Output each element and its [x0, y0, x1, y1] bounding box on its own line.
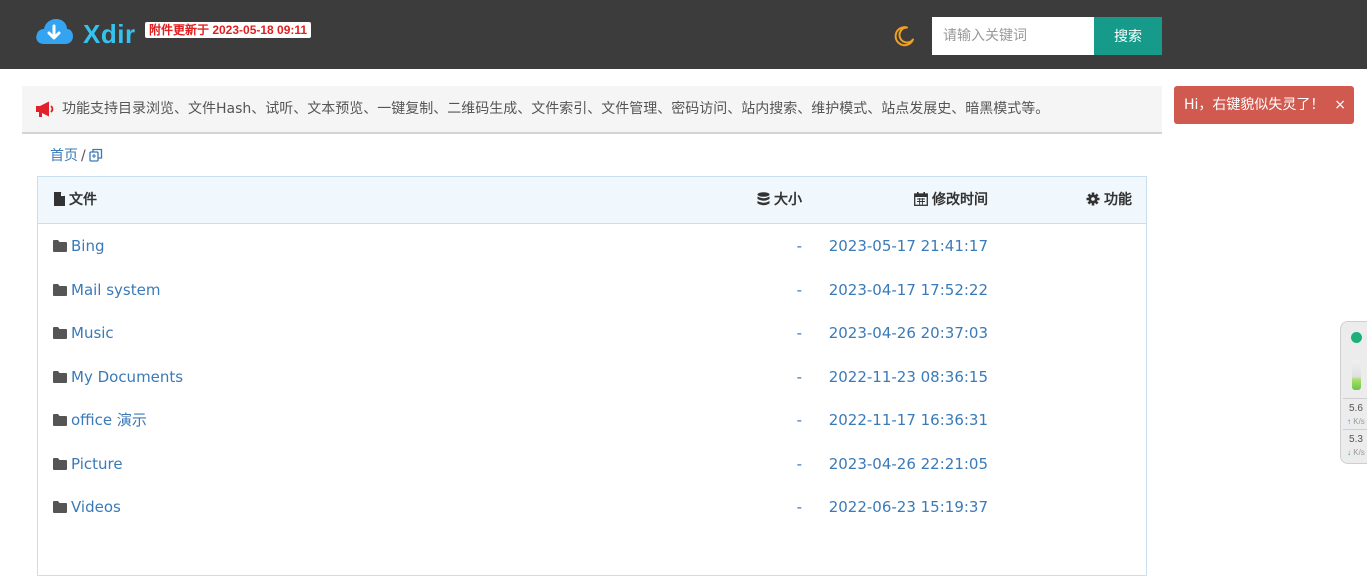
- file-modified-time: 2023-05-17 21:41:17: [828, 237, 988, 255]
- table-header: 文件 大小 修改时间 功能: [38, 177, 1146, 224]
- table-row[interactable]: My Documents - 2022-11-23 08:36:15: [38, 355, 1146, 398]
- column-header-name-label: 文件: [69, 192, 97, 208]
- file-name-link[interactable]: Mail system: [53, 280, 160, 300]
- file-name-link[interactable]: Videos: [53, 497, 121, 517]
- column-header-action: 功能: [1086, 191, 1132, 209]
- breadcrumb-separator: /: [81, 148, 86, 164]
- column-header-time[interactable]: 修改时间: [914, 191, 988, 209]
- file-name: Videos: [71, 498, 121, 516]
- notice-bar: 功能支持目录浏览、文件Hash、试听、文本预览、一键复制、二维码生成、文件索引、…: [22, 86, 1162, 134]
- table-row[interactable]: Music - 2023-04-26 20:37:03: [38, 311, 1146, 354]
- file-size: -: [796, 498, 802, 516]
- file-name: My Documents: [71, 368, 184, 386]
- folder-icon: [53, 240, 67, 252]
- search-button[interactable]: 搜索: [1094, 17, 1162, 55]
- file-table: 文件 大小 修改时间 功能 Bing - 2023-05-17 21:41:17…: [37, 176, 1147, 576]
- upload-speed-value: 5.6: [1349, 403, 1363, 414]
- file-modified-time: 2022-11-23 08:36:15: [828, 368, 988, 386]
- file-name-link[interactable]: Bing: [53, 236, 105, 256]
- divider: [1343, 429, 1367, 430]
- column-header-size[interactable]: 大小: [757, 191, 802, 209]
- column-header-time-label: 修改时间: [932, 192, 988, 208]
- notice-text: 功能支持目录浏览、文件Hash、试听、文本预览、一键复制、二维码生成、文件索引、…: [62, 101, 1050, 117]
- file-name: Mail system: [71, 281, 161, 299]
- file-modified-time: 2023-04-17 17:52:22: [828, 281, 988, 299]
- file-name: Bing: [71, 237, 105, 255]
- file-size: -: [796, 411, 802, 429]
- file-size: -: [796, 455, 802, 473]
- file-name-link[interactable]: My Documents: [53, 367, 183, 387]
- table-row[interactable]: office 演示 - 2022-11-17 16:36:31: [38, 398, 1146, 441]
- top-navbar: Xdir 附件更新于 2023-05-18 09:11 搜索: [0, 0, 1367, 69]
- network-speed-widget[interactable]: 5.6 ↑ K/s 5.3 ↓ K/s: [1340, 321, 1367, 464]
- file-name: Picture: [71, 455, 123, 473]
- close-icon[interactable]: ×: [1334, 96, 1346, 114]
- calendar-icon: [914, 192, 928, 206]
- folder-icon: [53, 458, 67, 470]
- file-size: -: [796, 324, 802, 342]
- download-speed-unit: ↓ K/s: [1347, 448, 1365, 457]
- arrow-down-icon: ↓: [1347, 448, 1351, 457]
- upload-unit-label: K/s: [1353, 417, 1365, 426]
- copy-path-icon[interactable]: [89, 148, 103, 162]
- file-modified-time: 2022-06-23 15:19:37: [828, 498, 988, 516]
- folder-icon: [53, 501, 67, 513]
- update-badge: 附件更新于 2023-05-18 09:11: [145, 22, 312, 38]
- cloud-download-icon[interactable]: [34, 16, 74, 48]
- status-dot: [1351, 332, 1362, 343]
- file-modified-time: 2023-04-26 22:21:05: [828, 455, 988, 473]
- brand-name[interactable]: Xdir: [83, 19, 136, 50]
- column-header-name[interactable]: 文件: [53, 191, 97, 209]
- folder-icon: [53, 284, 67, 296]
- database-icon: [757, 192, 770, 206]
- file-icon: [54, 192, 65, 206]
- file-modified-time: 2022-11-17 16:36:31: [828, 411, 988, 429]
- usage-bar: [1352, 360, 1361, 390]
- file-size: -: [796, 368, 802, 386]
- file-name-link[interactable]: office 演示: [53, 410, 147, 430]
- megaphone-icon: [36, 101, 54, 117]
- arrow-up-icon: ↑: [1347, 417, 1351, 426]
- table-row[interactable]: Picture - 2023-04-26 22:21:05: [38, 442, 1146, 485]
- divider: [1343, 398, 1367, 399]
- file-name-link[interactable]: Picture: [53, 454, 123, 474]
- file-name: office 演示: [71, 411, 147, 429]
- file-size: -: [796, 281, 802, 299]
- download-unit-label: K/s: [1353, 448, 1365, 457]
- table-row[interactable]: Bing - 2023-05-17 21:41:17: [38, 224, 1146, 267]
- table-row[interactable]: Mail system - 2023-04-17 17:52:22: [38, 268, 1146, 311]
- file-name-link[interactable]: Music: [53, 323, 114, 343]
- column-header-size-label: 大小: [774, 192, 802, 208]
- breadcrumb: 首页 /: [50, 146, 103, 166]
- table-row[interactable]: Videos - 2022-06-23 15:19:37: [38, 485, 1146, 528]
- upload-speed-unit: ↑ K/s: [1347, 417, 1365, 426]
- toast-message: Hi，右键貌似失灵了！ ×: [1174, 86, 1354, 124]
- file-name: Music: [71, 324, 114, 342]
- moon-icon[interactable]: [892, 24, 916, 48]
- search-input[interactable]: [932, 17, 1094, 55]
- breadcrumb-home-link[interactable]: 首页: [50, 148, 78, 164]
- download-speed-value: 5.3: [1349, 434, 1363, 445]
- gear-icon: [1086, 192, 1100, 206]
- column-header-action-label: 功能: [1104, 192, 1132, 208]
- toast-text: Hi，右键貌似失灵了！: [1184, 97, 1325, 113]
- file-modified-time: 2023-04-26 20:37:03: [828, 324, 988, 342]
- folder-icon: [53, 371, 67, 383]
- file-size: -: [796, 237, 802, 255]
- folder-icon: [53, 327, 67, 339]
- folder-icon: [53, 414, 67, 426]
